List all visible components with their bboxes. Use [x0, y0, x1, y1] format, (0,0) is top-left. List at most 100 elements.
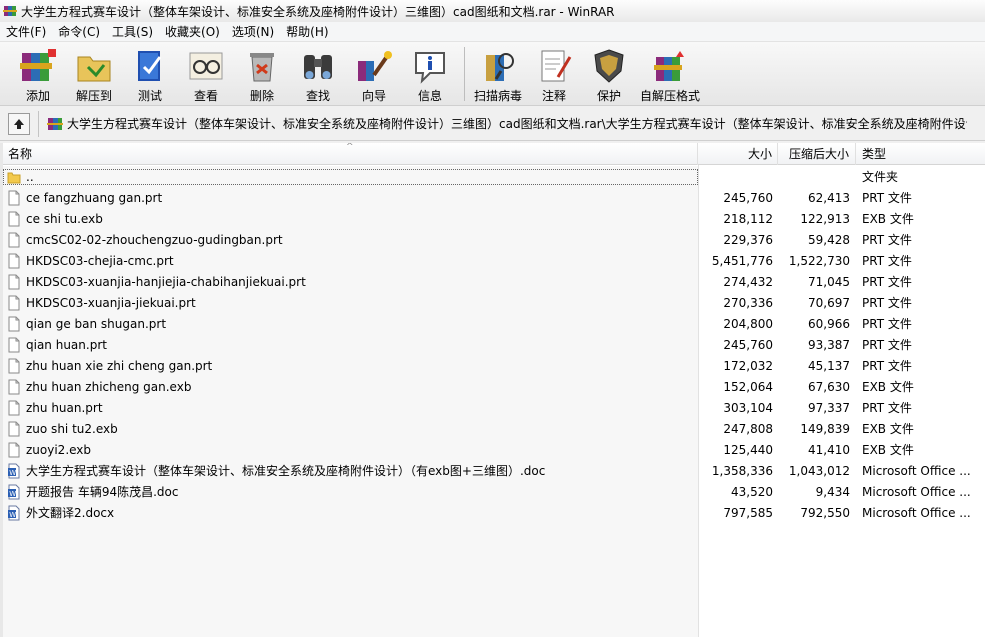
menu-bar: 文件(F) 命令(C) 工具(S) 收藏夹(O) 选项(N) 帮助(H) — [0, 22, 985, 42]
file-row[interactable]: zhu huan zhicheng gan.exb 152,064 67,630 EX… — [3, 376, 985, 397]
file-row[interactable]: qian ge ban shugan.prt 204,800 60,966 PRT 文… — [3, 313, 985, 334]
address-bar: 大学生方程式赛车设计（整体车架设计、标准安全系统及座椅附件设计）三维图）cad图… — [0, 107, 985, 141]
file-type: 文件夹 — [862, 170, 899, 184]
file-size: 245,760 — [723, 190, 773, 205]
file-icon — [7, 442, 26, 458]
window-title: 大学生方程式赛车设计（整体车架设计、标准安全系统及座椅附件设计）三维图）cad图… — [21, 4, 615, 19]
file-row[interactable]: zuoyi2.exb 125,440 41,410 EXB 文件 — [3, 439, 985, 460]
svg-text:W: W — [9, 489, 16, 497]
add-button[interactable]: 添加 — [10, 42, 66, 104]
menu-help[interactable]: 帮助(H) — [280, 22, 334, 42]
file-packed-size: 149,839 — [800, 421, 850, 436]
find-binoculars-icon — [296, 46, 340, 86]
file-row[interactable]: HKDSC03-xuanjia-jiekuai.prt 270,336 70,697… — [3, 292, 985, 313]
find-button[interactable]: 查找 — [290, 42, 346, 104]
info-button[interactable]: 信息 — [402, 42, 458, 104]
file-name-cell: qian ge ban shugan.prt — [3, 316, 698, 332]
word-document-icon: W — [7, 463, 26, 479]
file-type: EXB 文件 — [862, 380, 914, 394]
wizard-button[interactable]: 向导 — [346, 42, 402, 104]
file-type: PRT 文件 — [862, 254, 912, 268]
file-size: 303,104 — [723, 400, 773, 415]
protect-button[interactable]: 保护 — [583, 42, 635, 104]
file-size: 274,432 — [723, 274, 773, 289]
file-row[interactable]: W 外文翻译2.docx 797,585 792,550 Microsoft Offic… — [3, 502, 985, 523]
file-name-cell: zhu huan zhicheng gan.exb — [3, 379, 698, 395]
column-header-size[interactable]: 大小 — [698, 143, 778, 165]
menu-options[interactable]: 选项(N) — [226, 22, 280, 42]
file-row[interactable]: zhu huan.prt 303,104 97,337 PRT 文件 — [3, 397, 985, 418]
file-row[interactable]: zhu huan xie zhi cheng gan.prt 172,032 45,… — [3, 355, 985, 376]
sort-ascending-icon: ^ — [346, 143, 354, 152]
menu-tools[interactable]: 工具(S) — [106, 22, 159, 42]
file-packed-size: 71,045 — [808, 274, 850, 289]
scan-virus-icon — [476, 46, 520, 86]
file-name-cell: W 大学生方程式赛车设计（整体车架设计、标准安全系统及座椅附件设计）（有exb图+… — [3, 462, 698, 479]
file-type: PRT 文件 — [862, 233, 912, 247]
file-list[interactable]: 名称 ^ 大小 压缩后大小 类型 .. 文件夹 ce fangzhuang gan.… — [3, 143, 985, 637]
file-name: 外文翻译2.docx — [26, 506, 115, 520]
column-header-type[interactable]: 类型 — [856, 143, 985, 165]
file-row[interactable]: qian huan.prt 245,760 93,387 PRT 文件 — [3, 334, 985, 355]
file-packed-size: 67,630 — [808, 379, 850, 394]
file-name: 大学生方程式赛车设计（整体车架设计、标准安全系统及座椅附件设计）（有exb图+三… — [26, 464, 546, 478]
file-icon — [7, 274, 26, 290]
comment-button[interactable]: 注释 — [525, 42, 583, 104]
file-packed-size: 1,522,730 — [788, 253, 850, 268]
file-type: Microsoft Office ... — [862, 463, 971, 478]
file-row[interactable]: HKDSC03-xuanjia-hanjiejia-chabihanjiekua… — [3, 271, 985, 292]
column-header-packed[interactable]: 压缩后大小 — [778, 143, 856, 165]
file-name-cell: zuoyi2.exb — [3, 442, 698, 458]
add-books-icon — [16, 46, 60, 86]
test-button[interactable]: 测试 — [122, 42, 178, 104]
sfx-button-label: 自解压格式 — [639, 89, 700, 103]
menu-favorites[interactable]: 收藏夹(O) — [159, 22, 226, 42]
file-packed-size: 70,697 — [808, 295, 850, 310]
extract-to-button[interactable]: 解压到 — [66, 42, 122, 104]
file-row[interactable]: W 大学生方程式赛车设计（整体车架设计、标准安全系统及座椅附件设计）（有exb图+… — [3, 460, 985, 481]
file-packed-size: 60,966 — [808, 316, 850, 331]
menu-commands[interactable]: 命令(C) — [52, 22, 106, 42]
word-document-icon: W — [7, 505, 26, 521]
menu-file[interactable]: 文件(F) — [0, 22, 52, 42]
up-folder-button[interactable] — [8, 112, 30, 135]
extract-folder-icon — [72, 46, 116, 86]
file-size: 218,112 — [723, 211, 773, 226]
wizard-icon — [352, 46, 396, 86]
file-icon — [7, 400, 26, 416]
up-arrow-icon — [14, 118, 24, 129]
file-packed-size: 122,913 — [800, 211, 850, 226]
parent-folder-row[interactable]: .. 文件夹 — [3, 166, 985, 187]
file-size: 229,376 — [723, 232, 773, 247]
file-row[interactable]: ce fangzhuang gan.prt 245,760 62,413 PRT 文件 — [3, 187, 985, 208]
file-name: qian ge ban shugan.prt — [26, 316, 167, 331]
file-size: 152,064 — [723, 379, 773, 394]
view-button[interactable]: 查看 — [178, 42, 234, 104]
file-packed-size: 9,434 — [815, 484, 850, 499]
file-icon — [7, 421, 26, 437]
protect-button-label: 保护 — [596, 89, 621, 103]
toolbar-separator — [464, 47, 465, 101]
file-name: qian huan.prt — [26, 337, 107, 352]
file-row[interactable]: zuo shi tu2.exb 247,808 149,839 EXB 文件 — [3, 418, 985, 439]
test-button-label: 测试 — [137, 89, 162, 103]
file-name-cell: HKDSC03-chejia-cmc.prt — [3, 253, 698, 269]
file-name: HKDSC03-xuanjia-hanjiejia-chabihanjiekua… — [26, 274, 306, 289]
column-header-name[interactable]: 名称 ^ — [3, 143, 698, 165]
file-name: zuoyi2.exb — [26, 442, 92, 457]
file-icon — [7, 232, 26, 248]
comment-icon — [532, 46, 576, 86]
scan-virus-button[interactable]: 扫描病毒 — [471, 42, 525, 104]
address-path[interactable]: 大学生方程式赛车设计（整体车架设计、标准安全系统及座椅附件设计）三维图）cad图… — [67, 115, 967, 132]
file-row[interactable]: W 开题报告 车辆94陈茂昌.doc 43,520 9,434 Microsoft Of… — [3, 481, 985, 502]
delete-button[interactable]: 删除 — [234, 42, 290, 104]
file-type: PRT 文件 — [862, 275, 912, 289]
file-row[interactable]: cmcSC02-02-zhouchengzuo-gudingban.prt 229… — [3, 229, 985, 250]
sfx-button[interactable]: 自解压格式 — [635, 42, 705, 104]
file-name: HKDSC03-chejia-cmc.prt — [26, 253, 174, 268]
test-book-icon — [128, 46, 172, 86]
file-row[interactable]: ce shi tu.exb 218,112 122,913 EXB 文件 — [3, 208, 985, 229]
file-icon — [7, 379, 26, 395]
file-row[interactable]: HKDSC03-chejia-cmc.prt 5,451,776 1,522,730… — [3, 250, 985, 271]
file-name-cell: zhu huan xie zhi cheng gan.prt — [3, 358, 698, 374]
